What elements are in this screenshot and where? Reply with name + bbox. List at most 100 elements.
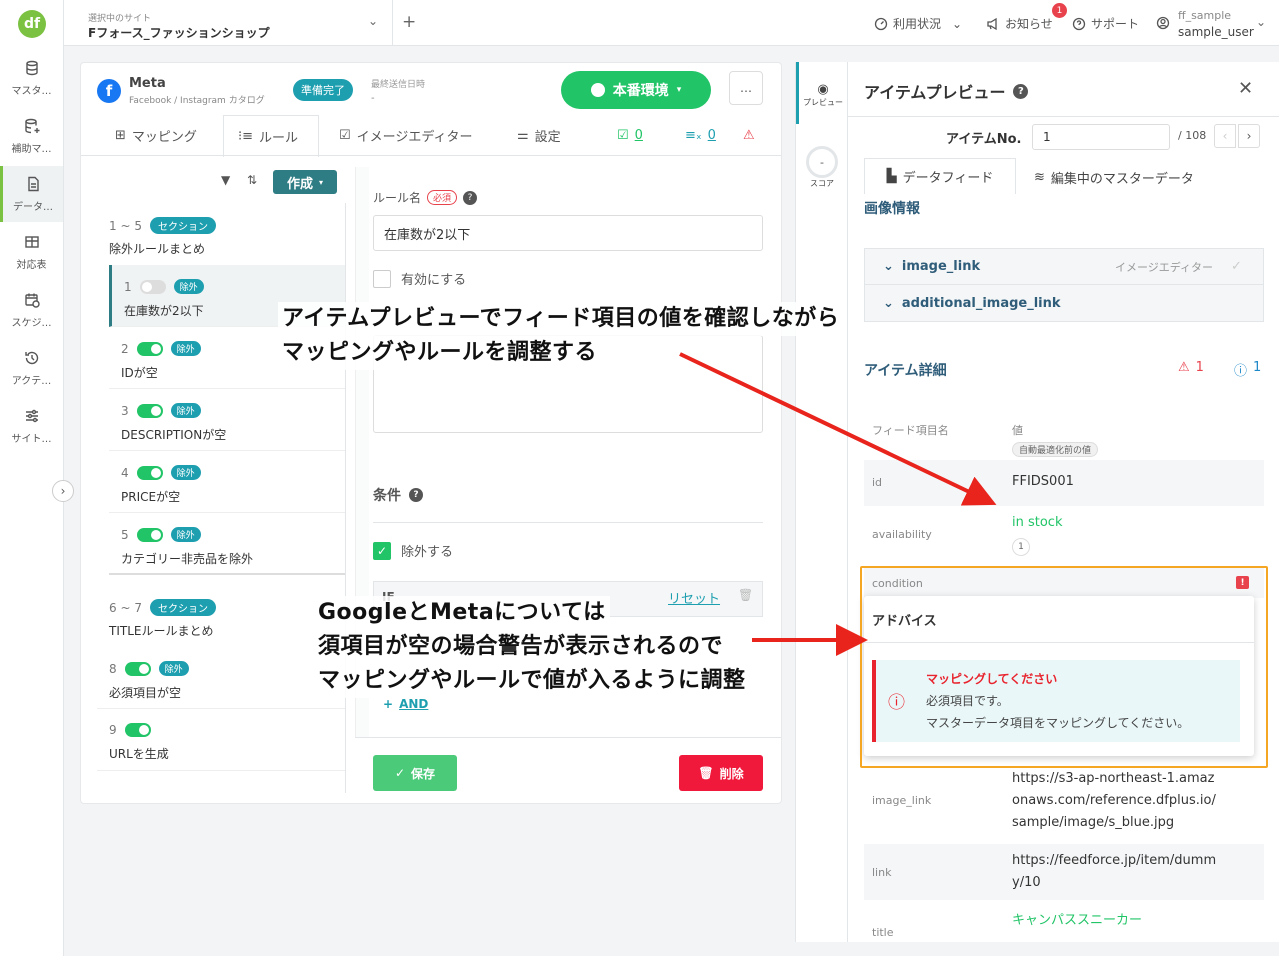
- item-no-input[interactable]: 1: [1032, 124, 1170, 150]
- enable-checkbox[interactable]: [373, 269, 391, 288]
- close-icon[interactable]: ✕: [1238, 78, 1253, 99]
- info-count[interactable]: ⓘ 1: [1234, 360, 1261, 379]
- rule-toggle[interactable]: [136, 527, 163, 542]
- reset-link[interactable]: リセット: [668, 588, 720, 607]
- image-editor-link[interactable]: イメージエディター: [1115, 259, 1213, 275]
- field-key: id: [872, 476, 883, 489]
- tab-settings[interactable]: ⚌ 設定: [517, 115, 561, 155]
- info-icon: ⓘ: [1234, 364, 1248, 379]
- trash-icon[interactable]: 🗑: [738, 588, 753, 602]
- tab-master-data[interactable]: ≋ 編集中のマスターデータ: [1034, 168, 1194, 187]
- environment-button[interactable]: 本番環境 ▾: [561, 71, 711, 109]
- help-icon[interactable]: ?: [1013, 83, 1029, 99]
- account-name-top[interactable]: ff_sample: [1178, 9, 1231, 22]
- rule-name: 必須項目が空: [109, 686, 182, 700]
- annotation-top-line1: アイテムプレビューでフィード項目の値を確認しながら: [278, 302, 844, 336]
- save-button[interactable]: ✓ 保存: [373, 755, 457, 791]
- chevron-right-icon: ›: [60, 484, 66, 498]
- news-label: お知らせ: [1005, 17, 1053, 31]
- rule-toggle[interactable]: [124, 723, 151, 737]
- enable-checkbox-row[interactable]: 有効にする: [373, 269, 466, 288]
- rule-row[interactable]: 3 除外 DESCRIPTIONが空: [109, 389, 345, 451]
- nav-site-settings[interactable]: サイト…: [0, 398, 63, 454]
- rule-toggle[interactable]: [136, 341, 163, 356]
- rule-row[interactable]: 5 除外 カテゴリー非売品を除外: [109, 513, 345, 575]
- side-preview-label: プレビュー: [803, 98, 843, 107]
- item-no-label: アイテムNo.: [946, 132, 1022, 147]
- condition-divider: [373, 522, 763, 523]
- tab-image-editor-label: イメージエディター: [356, 129, 473, 145]
- rule-row[interactable]: 4 除外 PRICEが空: [109, 451, 345, 513]
- delete-button[interactable]: 🗑 削除: [679, 755, 763, 791]
- exclude-checkbox-row[interactable]: ✓ 除外する: [373, 541, 453, 560]
- col-value-header: 値: [1012, 424, 1023, 437]
- add-site-plus-icon[interactable]: +: [402, 12, 416, 32]
- account-chevron-icon[interactable]: ⌄: [1256, 15, 1266, 29]
- tab-mapping-label: マッピング: [131, 129, 197, 145]
- rule-toggle[interactable]: [139, 279, 166, 294]
- tab-datafeed[interactable]: ▙ データフィード: [864, 158, 1016, 194]
- tab-rule-label: ルール: [259, 131, 299, 146]
- validation-ok-link[interactable]: ☑ 0: [617, 115, 643, 155]
- help-icon[interactable]: ?: [409, 488, 423, 502]
- nav-mapping-table[interactable]: 対応表: [0, 224, 63, 280]
- field-row-availability: availability in stock 1: [864, 506, 1264, 564]
- rule-toggle[interactable]: [124, 661, 151, 676]
- value-count-badge[interactable]: 1: [1012, 538, 1030, 556]
- side-preview-button[interactable]: ◉ プレビュー: [800, 82, 846, 108]
- sort-icon[interactable]: ⇅: [247, 173, 257, 187]
- rule-row[interactable]: 8 除外 必須項目が空: [97, 647, 345, 709]
- add-and-button[interactable]: + AND: [383, 697, 428, 711]
- nav-master[interactable]: マスタ…: [0, 50, 63, 106]
- rule-name-input[interactable]: 在庫数が2以下: [373, 215, 763, 251]
- score-gauge[interactable]: -: [806, 146, 838, 178]
- site-dropdown-chevron-icon[interactable]: ⌄: [368, 14, 378, 28]
- chevron-down-icon: ⌄: [883, 295, 894, 311]
- rule-toggle[interactable]: [136, 465, 163, 480]
- rule-number: 1: [124, 279, 132, 294]
- filter-icon[interactable]: ▼: [221, 173, 230, 187]
- nav-schedule[interactable]: スケジ…: [0, 282, 63, 338]
- site-name[interactable]: Fフォース_ファッションショップ: [88, 24, 270, 41]
- rule-section[interactable]: 1 ~ 5 セクション 除外ルールまとめ: [109, 217, 345, 257]
- support-menu[interactable]: サポート: [1072, 15, 1139, 32]
- help-icon[interactable]: ?: [463, 190, 478, 205]
- rule-section[interactable]: 6 ~ 7 セクション TITLEルールまとめ: [109, 599, 345, 639]
- tab-mapping[interactable]: ⊞ マッピング: [115, 115, 197, 155]
- section-tag: セクション: [149, 217, 216, 234]
- prev-item-button[interactable]: ‹: [1214, 124, 1236, 148]
- warning-icon[interactable]: ⚠: [743, 115, 755, 155]
- field-key: image_link: [872, 794, 932, 807]
- image-link-label: image_link: [901, 259, 981, 274]
- app-logo[interactable]: df: [18, 10, 46, 38]
- error-count[interactable]: ⚠ 1: [1178, 360, 1204, 375]
- usage-menu[interactable]: 利用状況 ⌄: [874, 15, 962, 32]
- nav-datafeed[interactable]: データ…: [0, 166, 63, 222]
- preview-side-rail: [796, 62, 848, 942]
- account-name-bottom[interactable]: sample_user: [1178, 25, 1254, 39]
- file-icon: [28, 176, 39, 191]
- create-button[interactable]: 作成 ▾: [273, 170, 337, 194]
- highlight-box: [860, 566, 1268, 768]
- image-link-row[interactable]: ⌄ image_link イメージエディター ✓: [865, 249, 1263, 285]
- validation-excluded-link[interactable]: ≡ₓ 0: [685, 115, 716, 155]
- raw-value-tag[interactable]: 自動最適化前の値: [1012, 442, 1099, 457]
- exclude-checkbox[interactable]: ✓: [373, 541, 391, 560]
- news-menu[interactable]: お知らせ: [986, 15, 1053, 32]
- sidebar-expand-button[interactable]: ›: [52, 480, 74, 502]
- tab-rule[interactable]: ⁝≡ ルール: [223, 115, 319, 157]
- rule-number: 3: [121, 403, 129, 418]
- tab-image-editor[interactable]: ☑ イメージエディター: [339, 115, 473, 155]
- next-item-button[interactable]: ›: [1238, 124, 1260, 148]
- field-value: キャンパススニーカー: [1012, 913, 1143, 928]
- additional-image-link-row[interactable]: ⌄ additional_image_link: [865, 285, 1263, 321]
- rule-tag: 除外: [170, 341, 201, 356]
- rule-row[interactable]: 9 URLを生成: [97, 709, 345, 771]
- nav-activity[interactable]: アクテ…: [0, 340, 63, 396]
- more-options-button[interactable]: …: [729, 71, 763, 105]
- chevron-down-icon: ⌄: [883, 259, 894, 274]
- rule-toggle[interactable]: [136, 403, 163, 418]
- nav-sub-master[interactable]: 補助マ…: [0, 108, 63, 164]
- rule-icon: ⁝≡: [238, 129, 254, 144]
- table-icon: [24, 235, 39, 248]
